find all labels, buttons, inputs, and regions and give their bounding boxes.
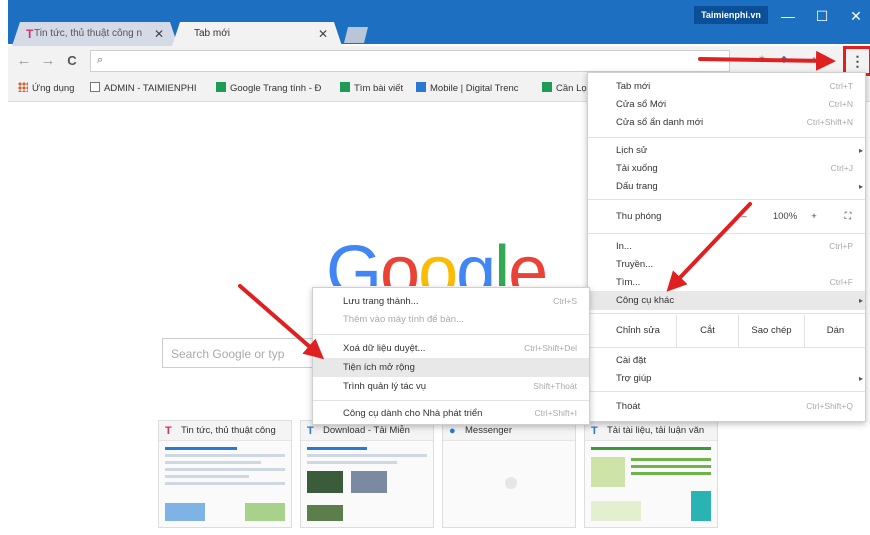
google-logo: Google	[326, 236, 547, 286]
menu-item-more-tools[interactable]: Công cụ khác ▸	[588, 291, 865, 310]
sheets-icon	[542, 82, 552, 92]
submenu-item-clear-browsing-data[interactable]: Xoá dữ liệu duyệt... Ctrl+Shift+Del	[313, 339, 589, 358]
bookmark-apps[interactable]: Ứng dụng	[18, 82, 74, 96]
menu-item-downloads[interactable]: Tải xuống Ctrl+J	[588, 159, 865, 178]
menu-divider	[588, 137, 865, 138]
paste-button[interactable]: Dán	[804, 315, 866, 347]
menu-divider	[588, 233, 865, 234]
menu-item-exit[interactable]: Thoát Ctrl+Shift+Q	[588, 397, 865, 416]
sheets-icon	[216, 82, 226, 92]
more-tools-submenu: Lưu trang thành... Ctrl+S Thêm vào máy tí…	[312, 287, 590, 425]
most-visited-tile[interactable]: T Tải tài liệu, tải luận văn	[584, 420, 718, 528]
search-icon: ⌕	[97, 54, 104, 66]
submenu-item-extensions[interactable]: Tiện ích mở rộng	[313, 358, 589, 377]
menu-item-new-tab[interactable]: Tab mới Ctrl+T	[588, 77, 865, 96]
menu-divider	[588, 313, 865, 314]
search-placeholder: Search Google or typ	[171, 347, 285, 361]
tab-tin-tuc[interactable]: T Tin tức, thủ thuật công n ✕	[12, 22, 178, 46]
bookmark-can-lo[interactable]: Cần Lọ	[542, 82, 587, 96]
submenu-item-save-page[interactable]: Lưu trang thành... Ctrl+S	[313, 292, 589, 311]
new-tab-button[interactable]	[344, 27, 368, 43]
menu-divider	[588, 347, 865, 348]
site-preview	[591, 447, 711, 521]
tab-close-icon[interactable]: ✕	[154, 22, 164, 46]
menu-item-settings[interactable]: Cài đặt	[588, 351, 865, 370]
cut-button[interactable]: Cắt	[676, 315, 738, 347]
menu-divider	[588, 391, 865, 392]
menu-divider	[313, 334, 589, 335]
chevron-right-icon: ▸	[858, 296, 863, 305]
apps-icon	[18, 82, 28, 92]
zoom-level: 100%	[772, 211, 798, 222]
zoom-out-button[interactable]: –	[734, 201, 754, 233]
chevron-right-icon: ▸	[858, 182, 863, 191]
address-bar[interactable]: ⌕	[90, 50, 730, 72]
brand-logo: Taimienphi.vn	[694, 6, 768, 24]
submenu-item-add-to-desktop: Thêm vào máy tính để bàn...	[343, 314, 464, 325]
tab-new-tab[interactable]: Tab mới ✕	[172, 22, 342, 46]
tab-label: Tin tức, thủ thuật công n	[34, 28, 143, 39]
most-visited-tile[interactable]: T Tin tức, thủ thuật công	[158, 420, 292, 528]
site-favicon-icon: T	[165, 425, 172, 437]
extension-icon[interactable]: ▪	[808, 54, 820, 66]
chevron-right-icon: ▸	[858, 374, 863, 383]
digital-icon	[416, 82, 426, 92]
forward-icon[interactable]: →	[40, 52, 56, 70]
back-icon[interactable]: ←	[16, 52, 32, 70]
menu-divider	[313, 400, 589, 401]
close-window-button[interactable]: ✕	[842, 6, 870, 26]
bookmark-google-sheets[interactable]: Google Trang tính - Đ	[216, 82, 321, 96]
maximize-button[interactable]: ☐	[808, 6, 836, 26]
tab-close-icon[interactable]: ✕	[318, 22, 328, 46]
menu-item-help[interactable]: Trợ giúp ▸	[588, 369, 865, 388]
zoom-in-button[interactable]: +	[804, 201, 824, 233]
menu-divider	[588, 199, 865, 200]
submenu-item-task-manager[interactable]: Trình quản lý tác vụ Shift+Thoát	[313, 377, 589, 396]
site-preview	[307, 447, 427, 521]
reload-icon[interactable]: C	[64, 52, 80, 70]
extension-icon[interactable]: ◆	[778, 54, 790, 66]
minimize-button[interactable]: —	[774, 6, 802, 26]
submenu-item-developer-tools[interactable]: Công cụ dành cho Nhà phát triển Ctrl+Shif…	[313, 404, 589, 423]
copy-button[interactable]: Sao chép	[738, 315, 804, 347]
site-preview	[449, 447, 569, 521]
most-visited-tile[interactable]: T Download - Tải Miễn	[300, 420, 434, 528]
menu-item-incognito-window[interactable]: Cửa sổ ẩn danh mới Ctrl+Shift+N	[588, 113, 865, 132]
menu-item-find[interactable]: Tìm... Ctrl+F	[588, 273, 865, 292]
chevron-right-icon: ▸	[858, 146, 863, 155]
page-icon	[90, 82, 100, 92]
menu-item-new-window[interactable]: Cửa sổ Mới Ctrl+N	[588, 95, 865, 114]
menu-edit-row: Chỉnh sửa Cắt Sao chép Dán	[588, 315, 865, 347]
menu-item-cast[interactable]: Truyền...	[588, 255, 865, 274]
chrome-main-menu: Tab mới Ctrl+T Cửa sổ Mới Ctrl+N Cửa sổ ẩn…	[587, 72, 866, 422]
menu-zoom-row: Thu phóng – 100% + ⛶	[588, 201, 865, 233]
most-visited-tile[interactable]: ● Messenger	[442, 420, 576, 528]
site-preview	[165, 447, 285, 521]
bookmark-tim-bai-viet[interactable]: Tìm bài viết	[340, 82, 403, 96]
sheets-icon	[340, 82, 350, 92]
fullscreen-icon[interactable]: ⛶	[838, 201, 858, 233]
extension-icon[interactable]: ✶	[756, 54, 768, 66]
menu-item-bookmarks[interactable]: Dấu trang ▸	[588, 177, 865, 196]
menu-item-history[interactable]: Lịch sử ▸	[588, 141, 865, 160]
bookmark-admin[interactable]: ADMIN - TAIMIENPHI	[90, 82, 197, 96]
tab-label: Tab mới	[194, 28, 231, 39]
menu-item-print[interactable]: In... Ctrl+P	[588, 237, 865, 256]
bookmark-digital-trends[interactable]: Mobile | Digital Trenc	[416, 82, 519, 96]
tab-favicon-icon: T	[26, 27, 34, 41]
site-favicon-icon: T	[591, 425, 598, 437]
